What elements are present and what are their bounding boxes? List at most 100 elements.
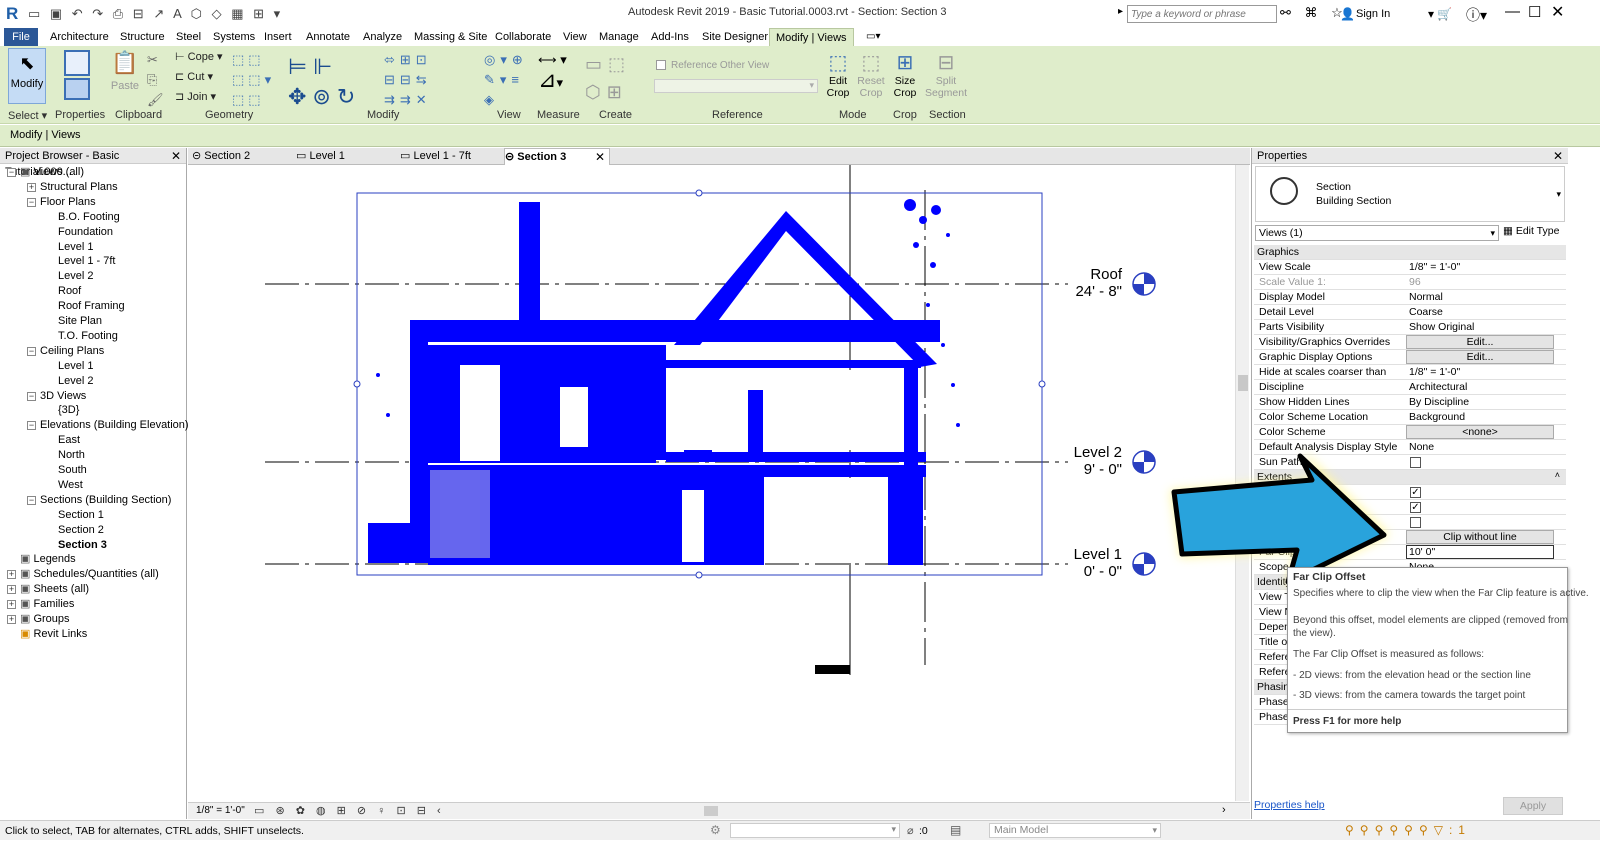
tab-collaborate[interactable]: Collaborate — [489, 28, 557, 46]
tree-item-sheets-all[interactable]: ▣ Sheets (all) — [20, 582, 89, 596]
property-value[interactable]: Show Original — [1409, 321, 1474, 333]
property-row[interactable]: Discipline Architectural — [1254, 380, 1566, 395]
reference-dropdown[interactable]: ▾ — [654, 79, 818, 93]
tree-item-south[interactable]: South — [58, 463, 87, 477]
user-icon[interactable]: 👤 — [1340, 7, 1355, 21]
tab-systems[interactable]: Systems — [207, 28, 261, 46]
scroll-right-icon[interactable]: › — [1222, 804, 1226, 816]
property-value[interactable]: Architectural — [1409, 381, 1467, 393]
edit-crop-button[interactable]: ⬚ Edit Crop — [822, 50, 854, 99]
property-checkbox[interactable] — [1410, 517, 1421, 528]
expand-icon[interactable]: ▸ — [1118, 6, 1123, 17]
tree-item-ceiling-plans[interactable]: Ceiling Plans — [40, 344, 104, 358]
paste-button[interactable]: 📋 Paste — [110, 50, 140, 102]
close-icon[interactable]: ✕ — [171, 148, 181, 164]
property-button[interactable]: <none> — [1406, 425, 1554, 439]
level-label-level-1[interactable]: Level 1 — [1048, 546, 1122, 563]
tree-item-b-o-footing[interactable]: B.O. Footing — [58, 210, 120, 224]
tree-item-groups[interactable]: ▣ Groups — [20, 612, 70, 626]
worksets-icon[interactable]: ⚙ — [710, 823, 721, 837]
create-tools[interactable]: ▭⬚ ⬡⊞ — [585, 50, 631, 106]
revit-logo[interactable]: R — [6, 4, 22, 23]
property-row[interactable]: Show Hidden Lines By Discipline — [1254, 395, 1566, 410]
tree-toggle[interactable]: + — [27, 182, 36, 192]
search-input[interactable] — [1127, 5, 1277, 23]
modify-tools[interactable]: ⊨⊩ ✥⊚↻ — [288, 52, 361, 112]
tree-item-level-1[interactable]: Level 1 — [58, 240, 93, 254]
tree-item-t-o-footing[interactable]: T.O. Footing — [58, 329, 118, 343]
split-segment-button[interactable]: ⊟ Split Segment — [925, 50, 967, 99]
property-row[interactable]: Visibility/Graphics Overrides Edit... — [1254, 335, 1566, 350]
property-row[interactable]: Parts Visibility Show Original — [1254, 320, 1566, 335]
tree-item-east[interactable]: East — [58, 433, 80, 447]
tree-item-revit-links[interactable]: ▣ Revit Links — [20, 627, 87, 641]
property-value[interactable]: 96 — [1409, 276, 1421, 288]
workset-dropdown[interactable]: ▾ — [730, 823, 900, 838]
view-tab-level-1[interactable]: ▭ Level 1 — [296, 148, 396, 165]
edit-type-button[interactable]: ▦ Edit Type — [1503, 225, 1559, 237]
horizontal-scroll-thumb[interactable] — [704, 806, 718, 816]
tree-item-level-2[interactable]: Level 2 — [58, 269, 93, 283]
property-row[interactable]: Color Scheme <none> — [1254, 425, 1566, 440]
tab-add-ins[interactable]: Add-Ins — [645, 28, 695, 46]
view-control-icons[interactable]: ▭ ⊛ ✿ ◍ ⊞ ⊘ ♀ ⊡ ⊟ ‹ — [254, 804, 445, 817]
help-icon[interactable]: ⓘ▾ — [1466, 5, 1487, 25]
tree-item-schedules-quantities-all[interactable]: ▣ Schedules/Quantities (all) — [20, 567, 159, 581]
scrollbar-thumb[interactable] — [1238, 375, 1248, 391]
cut-button[interactable]: ⊏ Cut ▾ — [175, 70, 213, 83]
tree-item-section-2[interactable]: Section 2 — [58, 523, 104, 537]
collapse-icon[interactable]: ˄ — [1555, 470, 1560, 480]
tree-item-site-plan[interactable]: Site Plan — [58, 314, 102, 328]
far-clip-offset-input[interactable]: 10' 0" — [1406, 545, 1554, 559]
tree-toggle[interactable]: + — [7, 600, 16, 610]
property-checkbox[interactable]: ✓ — [1410, 502, 1421, 513]
sign-in-link[interactable]: Sign In — [1356, 8, 1390, 20]
apply-button[interactable]: Apply — [1503, 797, 1563, 815]
clipboard-tools[interactable]: ✂ ⎘ 🖌 — [147, 50, 164, 110]
tree-toggle[interactable]: − — [27, 421, 36, 431]
property-value[interactable]: 1/8" = 1'-0" — [1409, 366, 1460, 378]
editable-only-icon[interactable]: ⌀ — [907, 824, 914, 837]
level-elev-roof[interactable]: 24' - 8" — [1048, 283, 1122, 300]
property-row[interactable]: Color Scheme Location Background — [1254, 410, 1566, 425]
property-row[interactable]: View Scale 1/8" = 1'-0" — [1254, 260, 1566, 275]
tree-item-level-1[interactable]: Level 1 — [58, 359, 93, 373]
tree-item-3d-views[interactable]: 3D Views — [40, 389, 86, 403]
cart-icon[interactable]: ▾ 🛒 — [1428, 7, 1452, 21]
type-selector[interactable]: Section Building Section ▾ — [1255, 166, 1565, 222]
property-row[interactable]: Detail Level Coarse — [1254, 305, 1566, 320]
tree-item-views-all[interactable]: ▣ Views (all) — [20, 165, 84, 179]
tab-annotate[interactable]: Annotate — [300, 28, 356, 46]
property-value[interactable]: By Discipline — [1409, 396, 1469, 408]
view-tab-level-1-7ft[interactable]: ▭ Level 1 - 7ft — [400, 148, 502, 165]
close-tab-icon[interactable]: ✕ — [595, 149, 605, 166]
tab-insert[interactable]: Insert — [258, 28, 298, 46]
tab-massing-site[interactable]: Massing & Site — [408, 28, 493, 46]
design-options-icon[interactable]: ▤ — [950, 823, 961, 837]
tree-toggle[interactable]: + — [7, 585, 16, 595]
tree-item-legends[interactable]: ▣ Legends — [20, 552, 76, 566]
tree-item-west[interactable]: West — [58, 478, 83, 492]
property-button[interactable]: Clip without line — [1406, 530, 1554, 544]
tree-item-roof-framing[interactable]: Roof Framing — [58, 299, 125, 313]
tree-toggle[interactable]: + — [7, 570, 16, 580]
tab-view[interactable]: View — [557, 28, 593, 46]
property-row[interactable]: Graphic Display Options Edit... — [1254, 350, 1566, 365]
property-checkbox[interactable] — [1410, 457, 1421, 468]
view-tab-section-2[interactable]: ⊝ Section 2 — [192, 148, 292, 165]
property-value[interactable]: Normal — [1409, 291, 1443, 303]
properties-button[interactable] — [60, 48, 94, 104]
close-button[interactable]: ✕ — [1551, 2, 1564, 22]
minimize-button[interactable]: — — [1505, 3, 1520, 20]
infocenter-icons[interactable]: ⚯ ⌘ ☆ — [1280, 5, 1348, 21]
property-row[interactable]: Scale Value 1: 96 — [1254, 275, 1566, 290]
tree-toggle[interactable]: − — [27, 346, 36, 356]
view-tab-section-3[interactable]: ⊝ Section 3 ✕ — [504, 148, 610, 165]
property-group-header[interactable]: Graphics — [1254, 245, 1566, 260]
property-value[interactable]: Background — [1409, 411, 1465, 423]
tree-item-north[interactable]: North — [58, 448, 85, 462]
property-row[interactable]: Hide at scales coarser than 1/8" = 1'-0" — [1254, 365, 1566, 380]
modify-small-tools[interactable]: ⬄⊞⊡ ⊟⊟⇆ ⇉⇉✕ — [384, 50, 432, 110]
tree-item-level-2[interactable]: Level 2 — [58, 374, 93, 388]
selection-filter-icons[interactable]: ⚲⚲⚲⚲⚲⚲▽:1 — [1345, 823, 1471, 837]
